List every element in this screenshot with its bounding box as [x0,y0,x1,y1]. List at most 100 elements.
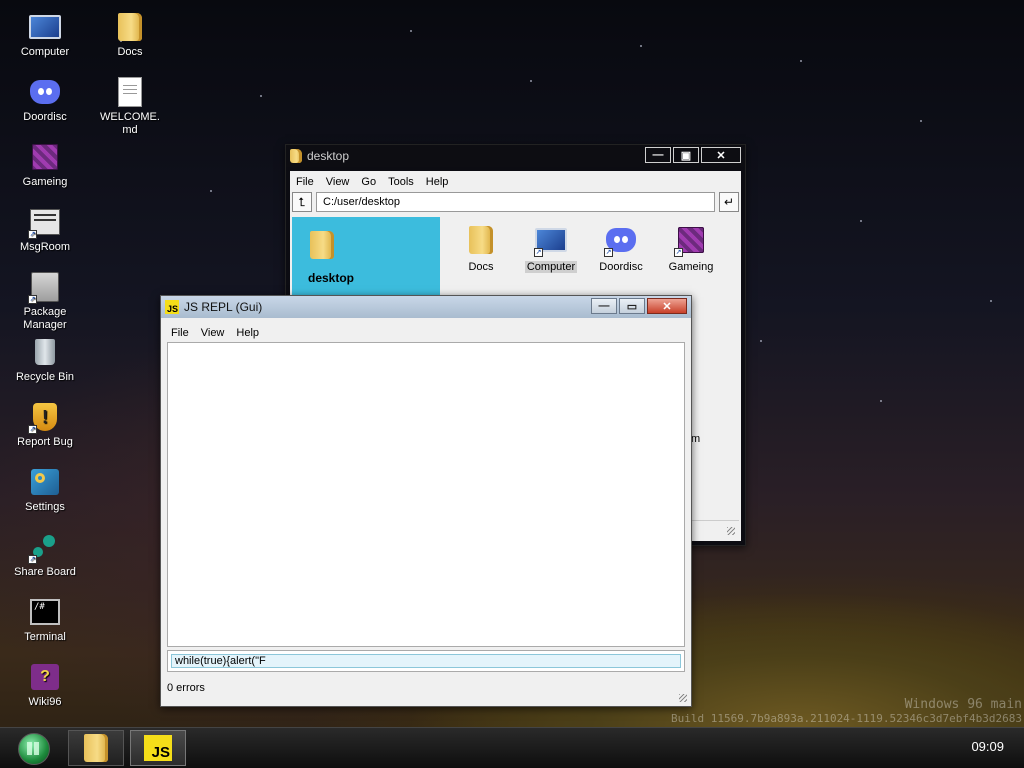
repl-input[interactable] [171,654,681,668]
up-arrow-icon: ⮤ [298,194,306,209]
desktop-icon-label: Wiki96 [28,696,62,708]
desktop-icon-computer[interactable]: Computer [10,10,80,59]
watermark-build: Build 11569.7b9a893a.211024-1119.52346c3… [671,712,1022,725]
shortcut-arrow-icon: ↗ [534,248,543,257]
menu-file[interactable]: File [296,176,314,188]
desktop-icon-label: Report Bug [17,436,73,448]
shortcut-arrow-icon: ↗ [674,248,683,257]
repl-titlebar[interactable]: JS JS REPL (Gui) — ▭ ✕ [161,296,691,318]
desktop-icon-doordisc[interactable]: Doordisc [10,75,80,124]
taskbar-repl-button[interactable]: JS [130,730,186,766]
shortcut-arrow-icon: ↗ [28,425,37,434]
file-item-gameing[interactable]: ↗ Gameing [660,223,722,273]
file-item-docs[interactable]: Docs [450,223,512,273]
desktop-icon-settings[interactable]: Settings [10,465,80,514]
menu-help[interactable]: Help [426,176,449,188]
file-item-computer[interactable]: ↗ Computer [520,223,582,273]
sidebar-label: desktop [308,271,355,285]
maximize-button[interactable]: ▣ [673,147,699,163]
desktop-icon-label: Gameing [22,176,68,188]
shortcut-arrow-icon: ↗ [28,555,37,564]
recycle-bin-icon [35,339,55,365]
shortcut-arrow-icon: ↗ [28,295,37,304]
explorer-title: desktop [307,149,350,163]
file-label: Computer [524,261,578,273]
path-input[interactable]: C:/user/desktop [316,192,715,212]
desktop-icon-docs[interactable]: Docs [95,10,165,59]
shortcut-arrow-icon: ↗ [28,230,37,239]
menu-tools[interactable]: Tools [388,176,414,188]
address-bar: ⮤ C:/user/desktop ↵ [292,191,739,213]
desktop-icon-label: WELCOME. md [100,111,160,136]
computer-icon [29,15,61,39]
go-button[interactable]: ↵ [719,192,739,212]
repl-status: 0 errors [167,682,205,694]
desktop-icon-recycle-bin[interactable]: Recycle Bin [10,335,80,384]
folder-icon [290,149,302,163]
repl-title: JS REPL (Gui) [184,300,263,314]
desktop-icon-welcome[interactable]: WELCOME. md [95,75,165,137]
file-label: Docs [468,261,494,273]
minimize-button[interactable]: — [591,298,617,314]
desktop-icon-package-manager[interactable]: ↗ Package Manager [10,270,80,332]
start-orb-icon [18,733,50,765]
taskbar-explorer-button[interactable] [68,730,124,766]
desktop-icon-msgroom[interactable]: ↗ MsgRoom [10,205,80,254]
desktop-icon-label: Computer [20,46,70,58]
folder-icon [469,226,493,254]
desktop-icon-label: Terminal [24,631,66,643]
desktop-icon-label: Docs [117,46,143,58]
repl-output [167,342,685,647]
repl-menubar: File View Help [165,322,687,344]
desktop-icon-terminal[interactable]: /# Terminal [10,595,80,644]
desktop-icon-label: Settings [25,501,65,513]
file-list: Docs ↗ Computer ↗ Doordisc ↗ Gameing [450,223,737,273]
js-icon: JS [165,300,179,314]
desktop-icon-share-board[interactable]: ↗ Share Board [10,530,80,579]
start-button[interactable] [14,732,54,766]
resize-grip[interactable] [727,527,735,535]
taskbar: JS 09:09 [0,727,1024,768]
repl-input-row [167,650,685,672]
enter-arrow-icon: ↵ [723,195,735,209]
close-button[interactable]: ✕ [647,298,687,314]
doordisc-icon [30,80,60,104]
explorer-menubar: File View Go Tools Help [290,171,741,193]
file-label: Gameing [668,261,714,273]
explorer-titlebar[interactable]: desktop — ▣ ✕ [286,145,745,167]
desktop-icon-label: Share Board [14,566,76,578]
repl-window: JS JS REPL (Gui) — ▭ ✕ File View Help 0 … [160,295,692,707]
minimize-button[interactable]: — [645,147,671,163]
menu-view[interactable]: View [201,327,225,339]
wiki-icon: ? [31,664,59,690]
build-watermark: Windows 96 main Build 11569.7b9a893a.211… [671,698,1022,726]
settings-icon [31,469,59,495]
explorer-sidebar: desktop [292,217,440,303]
file-item-doordisc[interactable]: ↗ Doordisc [590,223,652,273]
desktop-icon-gameing[interactable]: Gameing [10,140,80,189]
desktop-icon-label: Doordisc [23,111,67,123]
file-label: Doordisc [599,261,643,273]
menu-help[interactable]: Help [236,327,259,339]
desktop-icon-label: Package Manager [23,306,67,331]
close-button[interactable]: ✕ [701,147,741,163]
terminal-icon: /# [30,599,60,625]
menu-go[interactable]: Go [361,176,376,188]
menu-file[interactable]: File [171,327,189,339]
js-icon: JS [144,735,172,761]
document-icon [118,77,142,107]
menu-view[interactable]: View [326,176,350,188]
desktop-icon-wiki96[interactable]: ? Wiki96 [10,660,80,709]
maximize-button[interactable]: ▭ [619,298,645,314]
desktop-icon-report-bug[interactable]: ! ↗ Report Bug [10,400,80,449]
clock[interactable]: 09:09 [971,739,1004,754]
desktop-icon-label: Recycle Bin [15,371,75,383]
desktop-icon-label: MsgRoom [19,241,71,253]
folder-icon [118,13,142,41]
up-button[interactable]: ⮤ [292,192,312,212]
folder-icon [84,734,108,762]
cube-icon [32,144,58,170]
shortcut-arrow-icon: ↗ [604,248,613,257]
folder-icon [310,231,334,259]
watermark-os: Windows 96 main [904,697,1022,712]
